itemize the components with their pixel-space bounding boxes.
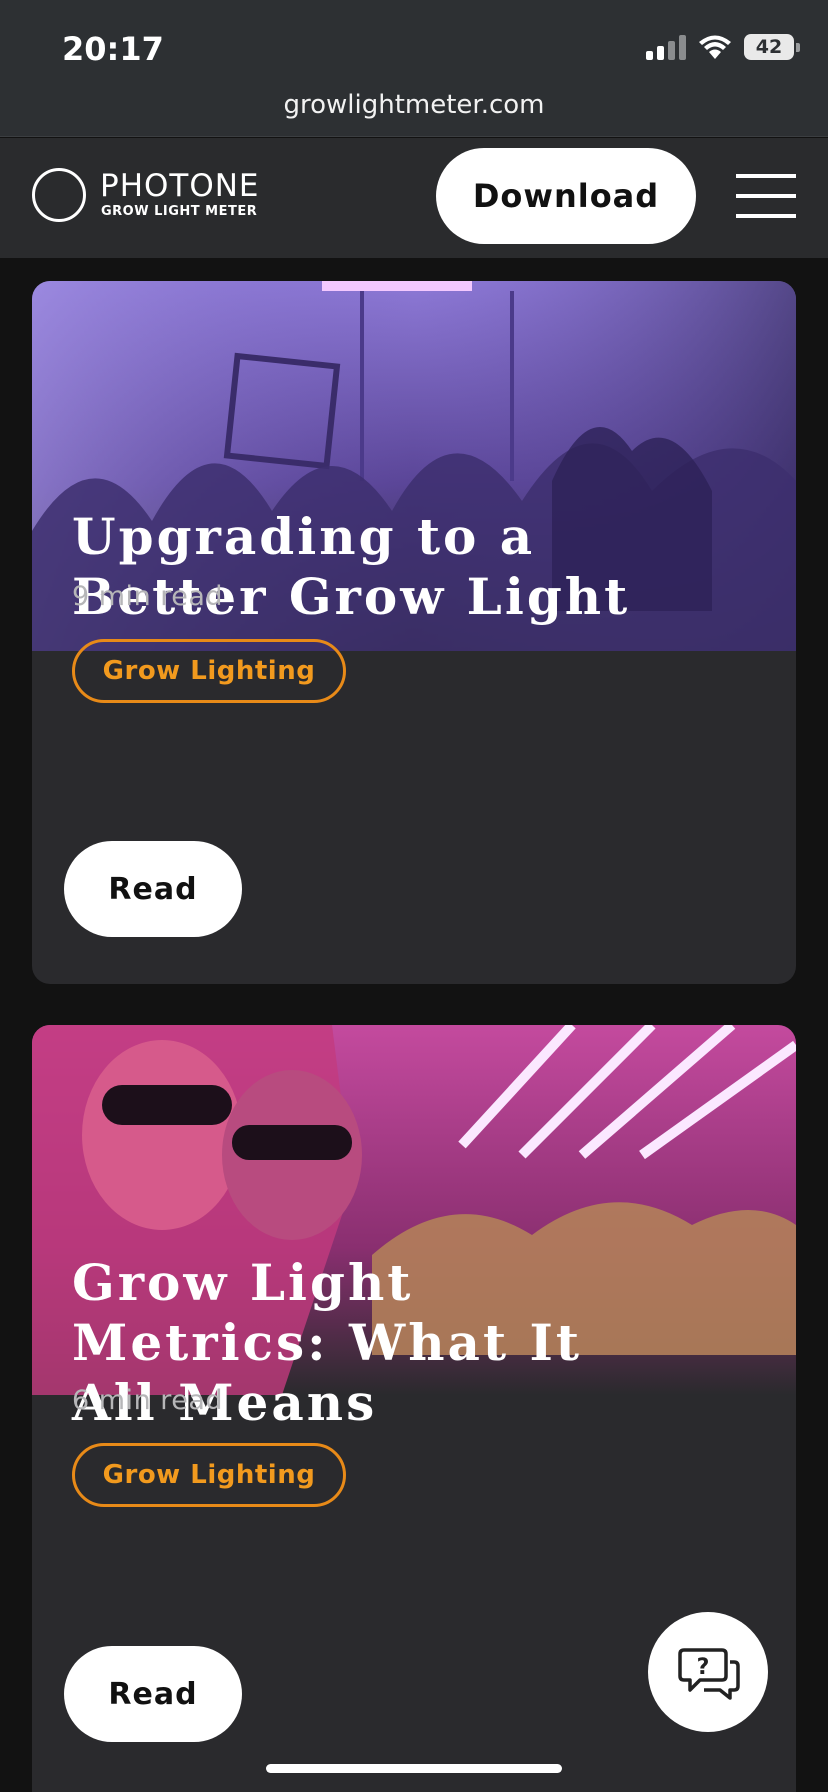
wifi-icon <box>699 35 731 59</box>
category-tag[interactable]: Grow Lighting <box>72 639 346 703</box>
url-bar[interactable]: growlightmeter.com <box>0 90 828 120</box>
help-chat-icon: ? <box>678 1648 740 1700</box>
home-indicator <box>266 1764 562 1773</box>
status-icons: 42 <box>646 32 800 62</box>
read-button[interactable]: Read <box>64 841 242 937</box>
read-time: 6 min read <box>72 1385 224 1416</box>
site-header: PHOTONE GROW LIGHT METER Download <box>0 138 828 258</box>
read-time: 9 min read <box>72 581 224 612</box>
download-button[interactable]: Download <box>436 148 696 244</box>
battery-icon: 42 <box>744 34 800 60</box>
category-tag[interactable]: Grow Lighting <box>72 1443 346 1507</box>
browser-chrome: 20:17 42 growlightmeter.com <box>0 0 828 137</box>
help-chat-button[interactable]: ? <box>648 1612 768 1732</box>
status-time: 20:17 <box>62 30 164 68</box>
logo-name: PHOTONE <box>100 168 260 204</box>
logo-circle-icon <box>32 168 86 222</box>
signal-icon <box>646 34 686 60</box>
article-card[interactable]: Upgrading to a Better Grow Light 9 min r… <box>32 281 796 984</box>
svg-text:?: ? <box>697 1655 710 1680</box>
logo-subtitle: GROW LIGHT METER <box>101 204 258 219</box>
read-button[interactable]: Read <box>64 1646 242 1742</box>
menu-icon[interactable] <box>736 174 796 218</box>
